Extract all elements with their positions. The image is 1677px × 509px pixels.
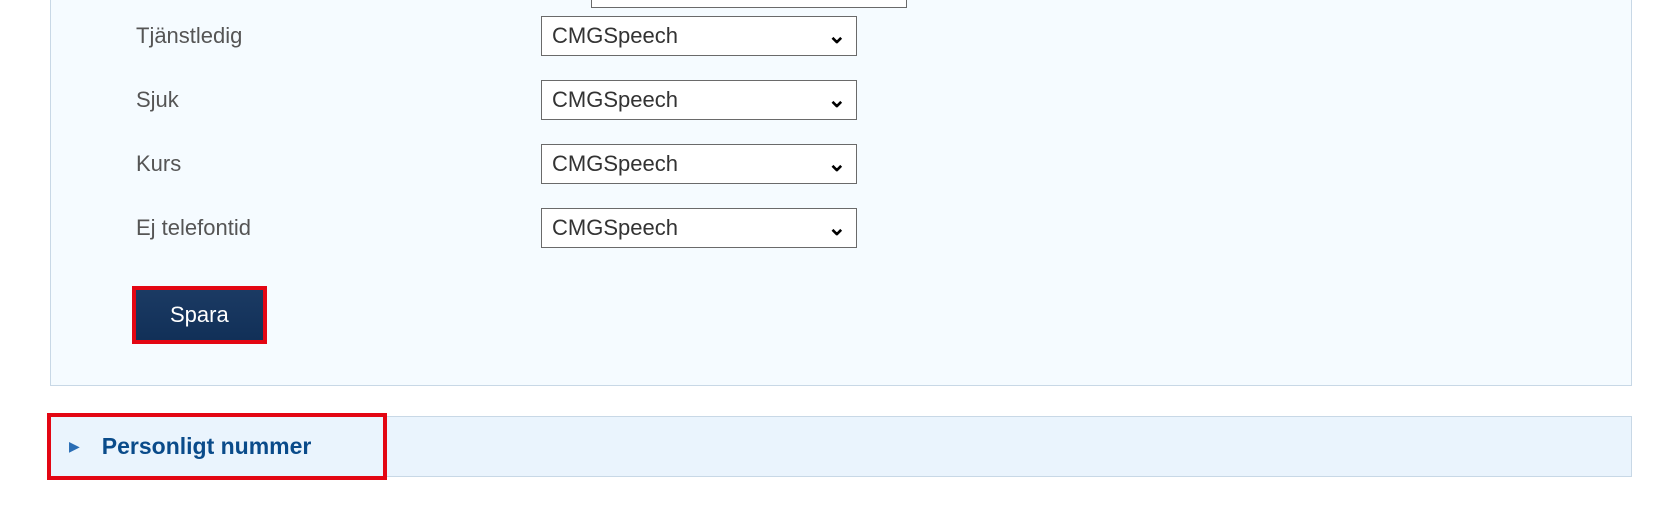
form-row-sjuk: Sjuk CMGSpeech ⌄ bbox=[51, 68, 1631, 132]
triangle-right-icon: ▶ bbox=[69, 438, 80, 455]
select-value: CMGSpeech bbox=[552, 151, 828, 177]
select-kurs[interactable]: CMGSpeech ⌄ bbox=[541, 144, 857, 184]
accordion-title: Personligt nummer bbox=[102, 433, 312, 460]
select-value: CMGSpeech bbox=[552, 23, 828, 49]
label-sjuk: Sjuk bbox=[136, 87, 541, 113]
settings-panel: Tjänstledig CMGSpeech ⌄ Sjuk CMGSpeech ⌄… bbox=[50, 0, 1632, 386]
select-tjanstledig[interactable]: CMGSpeech ⌄ bbox=[541, 16, 857, 56]
select-ejtelefontid[interactable]: CMGSpeech ⌄ bbox=[541, 208, 857, 248]
label-kurs: Kurs bbox=[136, 151, 541, 177]
save-row: Spara bbox=[51, 260, 1631, 340]
select-partial-cutoff bbox=[591, 0, 907, 8]
accordion-personligt-nummer[interactable]: ▶ Personligt nummer bbox=[50, 416, 1632, 477]
chevron-down-icon: ⌄ bbox=[828, 217, 846, 239]
chevron-down-icon: ⌄ bbox=[828, 89, 846, 111]
form-row-ejtelefontid: Ej telefontid CMGSpeech ⌄ bbox=[51, 196, 1631, 260]
label-tjanstledig: Tjänstledig bbox=[136, 23, 541, 49]
form-row-tjanstledig: Tjänstledig CMGSpeech ⌄ bbox=[51, 4, 1631, 68]
chevron-down-icon: ⌄ bbox=[828, 25, 846, 47]
select-value: CMGSpeech bbox=[552, 87, 828, 113]
label-ejtelefontid: Ej telefontid bbox=[136, 215, 541, 241]
save-button[interactable]: Spara bbox=[136, 290, 263, 340]
form-row-kurs: Kurs CMGSpeech ⌄ bbox=[51, 132, 1631, 196]
chevron-down-icon: ⌄ bbox=[828, 153, 846, 175]
select-sjuk[interactable]: CMGSpeech ⌄ bbox=[541, 80, 857, 120]
select-value: CMGSpeech bbox=[552, 215, 828, 241]
